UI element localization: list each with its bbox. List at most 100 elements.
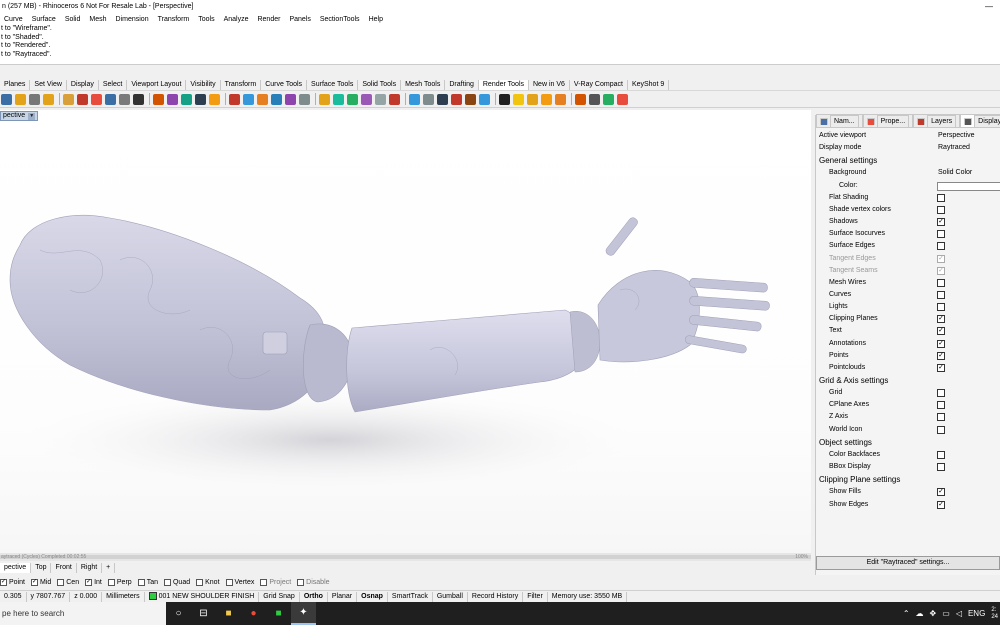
toolbar-tab-render-tools[interactable]: Render Tools	[478, 79, 529, 90]
add-viewport-tab-button[interactable]: +	[102, 562, 116, 573]
setting-points-checkbox[interactable]: ✓	[937, 351, 945, 360]
osnap-checkbox[interactable]: ✓	[0, 578, 7, 586]
menu-item-analyze[interactable]: Analyze	[220, 16, 254, 23]
setting-tangent-edges[interactable]: Tangent Edges ✓	[816, 253, 1000, 265]
osnap-checkbox[interactable]: ✓	[85, 578, 93, 586]
general-settings-section[interactable]: General settings	[816, 155, 1000, 167]
toolbar-tool-icon[interactable]	[465, 93, 476, 105]
menu-item-panels[interactable]: Panels	[285, 16, 315, 23]
toolbar-tool-icon[interactable]	[167, 93, 178, 105]
status-toggle-record-history[interactable]: Record History	[468, 591, 524, 602]
toolbar-tool-icon[interactable]	[209, 93, 220, 105]
setting-curves[interactable]: Curves	[816, 289, 1000, 301]
toolbar-tool-icon[interactable]	[375, 93, 386, 105]
setting-points[interactable]: Points ✓	[816, 350, 1000, 362]
toolbar-tool-icon[interactable]	[617, 93, 628, 105]
menu-item-help[interactable]: Help	[365, 16, 388, 23]
osnap-checkbox[interactable]	[297, 578, 305, 586]
toolbar-tab-new-in-v6[interactable]: New in V6	[529, 79, 570, 90]
setting-pointclouds-checkbox[interactable]: ✓	[937, 363, 945, 372]
toolbar-tab-solid-tools[interactable]: Solid Tools	[358, 79, 402, 90]
osnap-disable[interactable]: Disable	[297, 578, 330, 586]
toolbar-tool-icon[interactable]	[333, 93, 344, 105]
toolbar-tool-icon[interactable]	[589, 93, 600, 105]
toolbar-tab-surface-tools[interactable]: Surface Tools	[307, 79, 359, 90]
toolbar-tool-icon[interactable]	[91, 93, 102, 105]
osnap-vertex[interactable]: Vertex	[225, 578, 254, 586]
toolbar-tab-visibility[interactable]: Visibility	[186, 79, 221, 90]
setting-grid-checkbox[interactable]	[937, 389, 945, 398]
toolbar-tool-icon[interactable]	[603, 93, 614, 105]
toolbar-tool-icon[interactable]	[1, 93, 12, 105]
setting-text-checkbox[interactable]: ✓	[937, 327, 945, 336]
toolbar-tool-icon[interactable]	[361, 93, 372, 105]
osnap-tan[interactable]: Tan	[137, 578, 158, 586]
toolbar-tab-viewport-layout[interactable]: Viewport Layout	[127, 79, 187, 90]
toolbar-tool-icon[interactable]	[319, 93, 330, 105]
panel-tab-layers[interactable]: Layers	[913, 114, 961, 127]
toolbar-tool-icon[interactable]	[153, 93, 164, 105]
display-mode-row[interactable]: Display mode Raytraced	[816, 142, 1000, 154]
cloud-icon[interactable]: ☁	[916, 609, 924, 618]
task-view-icon[interactable]: ⊟	[191, 602, 216, 625]
toolbar-tool-icon[interactable]	[479, 93, 490, 105]
osnap-point[interactable]: ✓ Point	[0, 578, 25, 586]
toolbar-tool-icon[interactable]	[527, 93, 538, 105]
setting-lights[interactable]: Lights	[816, 301, 1000, 313]
setting-cplane-axes-checkbox[interactable]	[937, 401, 945, 410]
toolbar-tool-icon[interactable]	[105, 93, 116, 105]
osnap-perp[interactable]: Perp	[107, 578, 132, 586]
toolbar-tool-icon[interactable]	[181, 93, 192, 105]
background-color-field[interactable]	[937, 181, 1000, 191]
osnap-checkbox[interactable]	[57, 578, 65, 586]
menu-item-tools[interactable]: Tools	[194, 16, 219, 23]
menu-item-mesh[interactable]: Mesh	[85, 16, 111, 23]
setting-clipping-planes[interactable]: Clipping Planes ✓	[816, 313, 1000, 325]
toolbar-tool-icon[interactable]	[243, 93, 254, 105]
toolbar-tool-icon[interactable]	[77, 93, 88, 105]
setting-tangent-edges-checkbox[interactable]: ✓	[937, 254, 945, 263]
menu-item-surface[interactable]: Surface	[28, 16, 61, 23]
setting-flat-shading-checkbox[interactable]	[937, 193, 945, 202]
setting-show-edges-checkbox[interactable]: ✓	[937, 500, 945, 509]
menu-item-render[interactable]: Render	[253, 16, 285, 23]
osnap-checkbox[interactable]	[107, 578, 115, 586]
toolbar-tab-planes[interactable]: Planes	[0, 79, 31, 90]
setting-show-edges[interactable]: Show Edges ✓	[816, 499, 1000, 511]
status-toggle-filter[interactable]: Filter	[523, 591, 548, 602]
rhino-taskbar-icon[interactable]: ✦	[291, 602, 316, 625]
tray-up-arrow-icon[interactable]: ⌃	[903, 609, 910, 618]
osnap-checkbox[interactable]	[137, 578, 145, 586]
panel-tab-display[interactable]: Display	[960, 114, 1000, 127]
toolbar-tool-icon[interactable]	[575, 93, 586, 105]
setting-color-backfaces-checkbox[interactable]	[937, 450, 945, 459]
setting-surface-isocurves-checkbox[interactable]	[937, 230, 945, 239]
setting-annotations[interactable]: Annotations ✓	[816, 338, 1000, 350]
osnap-checkbox[interactable]	[225, 578, 233, 586]
toolbar-tool-icon[interactable]	[285, 93, 296, 105]
color-row[interactable]: Color:	[816, 180, 1000, 192]
toolbar-tool-icon[interactable]	[347, 93, 358, 105]
cortana-circle-icon[interactable]: ○	[166, 602, 191, 625]
toolbar-tab-set-view[interactable]: Set View	[30, 79, 67, 90]
perspective-viewport[interactable]: pective ▼	[0, 110, 811, 561]
network-icon[interactable]: ▭	[942, 609, 950, 618]
file-explorer-icon[interactable]: ■	[216, 602, 241, 625]
toolbar-tool-icon[interactable]	[299, 93, 310, 105]
viewport-tab-right[interactable]: Right	[77, 562, 103, 573]
setting-text[interactable]: Text ✓	[816, 325, 1000, 337]
toolbar-tab-v-ray-compact[interactable]: V-Ray Compact	[570, 79, 628, 90]
toolbar-tool-icon[interactable]	[63, 93, 74, 105]
dropbox-icon[interactable]: ✥	[930, 609, 937, 618]
toolbar-tool-icon[interactable]	[555, 93, 566, 105]
panel-tab-prope[interactable]: Prope...	[862, 114, 914, 127]
units-display[interactable]: Millimeters	[102, 591, 145, 602]
volume-icon[interactable]: ◁	[956, 609, 962, 618]
camtasia-icon[interactable]: ■	[266, 602, 291, 625]
toolbar-tool-icon[interactable]	[29, 93, 40, 105]
clipping-plane-settings-section[interactable]: Clipping Plane settings	[816, 474, 1000, 486]
osnap-project[interactable]: Project	[260, 578, 291, 586]
status-toggle-ortho[interactable]: Ortho	[300, 591, 328, 602]
toolbar-tab-drafting[interactable]: Drafting	[445, 79, 479, 90]
toolbar-tool-icon[interactable]	[229, 93, 240, 105]
